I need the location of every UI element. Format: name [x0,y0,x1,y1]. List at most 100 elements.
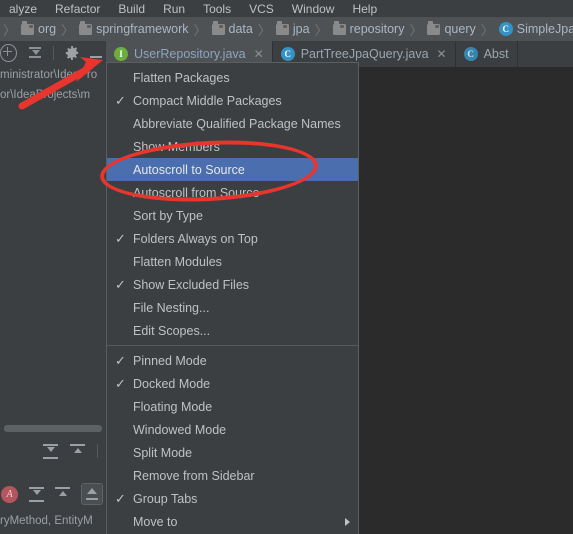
close-icon[interactable]: ✕ [254,47,264,61]
breadcrumb-item-jpa[interactable]: jpa [274,21,312,36]
breadcrumb-label: org [38,22,57,36]
menu-item-windowed-mode[interactable]: Windowed Mode [107,418,358,441]
menu-item-label: Abbreviate Qualified Package Names [133,116,341,131]
horizontal-scrollbar[interactable] [4,425,102,432]
folder-icon [79,21,93,35]
breadcrumb-item-org[interactable]: org [19,21,58,36]
menu-item-remove-from-sidebar[interactable]: Remove from Sidebar [107,464,358,487]
breadcrumb-item-query[interactable]: query [425,21,477,36]
main-menu-bar: alyze Refactor Build Run Tools VCS Windo… [0,0,573,17]
menu-item-move-to[interactable]: Move to [107,510,358,533]
class-icon: C [498,22,513,36]
menu-build[interactable]: Build [109,2,154,16]
expand-all-icon[interactable] [28,45,43,61]
menu-item-label: Move to [133,514,178,529]
menu-item-abbreviate-qualified-package-names[interactable]: Abbreviate Qualified Package Names [107,112,358,135]
breadcrumb-separator: 〉 [480,22,494,38]
menu-item-split-mode[interactable]: Split Mode [107,441,358,464]
menu-window[interactable]: Window [283,2,344,16]
folder-icon [21,21,35,35]
tree-row[interactable]: or\IdeaProjects\m [0,85,106,105]
breadcrumb-item-simplejpaquery[interactable]: C SimpleJpaQuery [497,22,573,36]
project-toolbar [0,41,106,65]
collapse-all-icon[interactable] [0,44,17,62]
minimize-icon[interactable] [90,55,102,58]
toolbar-divider [53,46,55,60]
collapse-icon[interactable] [70,443,85,459]
breadcrumb-item-repository[interactable]: repository [331,21,407,36]
project-tool-window: ministrator\IdeaPro or\IdeaProjects\m A … [0,41,106,534]
tab-label: Abst [483,47,509,61]
menu-item-label: Group Tabs [133,491,198,506]
menu-item-sort-by-type[interactable]: Sort by Type [107,204,358,227]
menu-vcs[interactable]: VCS [240,2,283,16]
expand-icon[interactable] [29,486,44,502]
breadcrumb-label: repository [349,22,405,36]
menu-item-flatten-modules[interactable]: Flatten Modules [107,250,358,273]
status-row: ryMethod, EntityM [0,515,93,527]
menu-item-docked-mode[interactable]: ✓ Docked Mode [107,372,358,395]
menu-refactor[interactable]: Refactor [46,2,109,16]
breadcrumb-item-springframework[interactable]: springframework [77,21,190,36]
scroll-to-source-icon[interactable] [81,483,103,505]
abstract-class-icon: C [463,47,478,61]
checkmark-icon: ✓ [115,375,126,391]
breadcrumb-label: query [444,22,476,36]
menu-item-floating-mode[interactable]: Floating Mode [107,395,358,418]
menu-help[interactable]: Help [343,2,386,16]
breadcrumb: 〉 org 〉 springframework 〉 data 〉 jpa 〉 r… [0,17,573,41]
menu-run[interactable]: Run [154,2,194,16]
menu-item-label: Folders Always on Top [133,231,258,246]
menu-item-edit-scopes[interactable]: Edit Scopes... [107,319,358,342]
menu-analyze[interactable]: alyze [0,2,46,16]
menu-item-compact-middle-packages[interactable]: ✓ Compact Middle Packages [107,89,358,112]
folder-icon [427,21,441,35]
tab-abstract[interactable]: C Abst [455,41,518,67]
menu-item-label: Flatten Modules [133,254,222,269]
gear-icon[interactable] [65,46,79,60]
folder-icon [211,21,225,35]
menu-item-label: Sort by Type [133,208,203,223]
checkmark-icon: ✓ [115,352,126,368]
interface-icon: I [114,47,128,61]
breadcrumb-item-data[interactable]: data [210,21,255,36]
structure-status: ryMethod, EntityM [0,511,106,532]
menu-item-pinned-mode[interactable]: ✓ Pinned Mode [107,349,358,372]
tab-label: UserRepository.java [134,47,246,61]
checkmark-icon: ✓ [115,230,126,246]
menu-item-flatten-packages[interactable]: Flatten Packages [107,66,358,89]
annotations-icon[interactable]: A [1,485,18,503]
breadcrumb-label: springframework [96,22,189,36]
view-options-menu: Flatten Packages ✓ Compact Middle Packag… [106,62,359,534]
folder-icon [332,21,346,35]
breadcrumb-label: jpa [292,22,310,36]
menu-item-show-excluded-files[interactable]: ✓ Show Excluded Files [107,273,358,296]
expand-icon[interactable] [43,443,58,459]
checkmark-icon: ✓ [115,276,126,292]
menu-item-label: Pinned Mode [133,353,207,368]
tree-row[interactable]: ministrator\IdeaPro [0,65,106,85]
toolbar-divider [97,444,98,458]
breadcrumb-separator: 〉 [314,22,328,38]
close-icon[interactable]: ✕ [437,47,447,61]
menu-item-label: Docked Mode [133,376,211,391]
menu-tools[interactable]: Tools [194,2,240,16]
project-tree[interactable]: ministrator\IdeaPro or\IdeaProjects\m [0,65,106,105]
menu-item-label: Remove from Sidebar [133,468,255,483]
menu-item-group-tabs[interactable]: ✓ Group Tabs [107,487,358,510]
class-icon: C [280,47,295,61]
tab-label: PartTreeJpaQuery.java [300,47,429,61]
menu-separator [107,345,358,346]
menu-item-label: Show Excluded Files [133,277,250,292]
menu-item-label: Windowed Mode [133,422,227,437]
breadcrumb-separator: 〉 [3,22,17,38]
menu-item-file-nesting[interactable]: File Nesting... [107,296,358,319]
collapse-icon[interactable] [55,486,70,502]
menu-item-label: Compact Middle Packages [133,93,282,108]
breadcrumb-separator: 〉 [409,22,423,38]
breadcrumb-label: SimpleJpaQuery [516,22,573,36]
menu-item-folders-always-on-top[interactable]: ✓ Folders Always on Top [107,227,358,250]
menu-item-label: Floating Mode [133,399,213,414]
breadcrumb-label: data [228,22,253,36]
folder-icon [275,21,289,35]
